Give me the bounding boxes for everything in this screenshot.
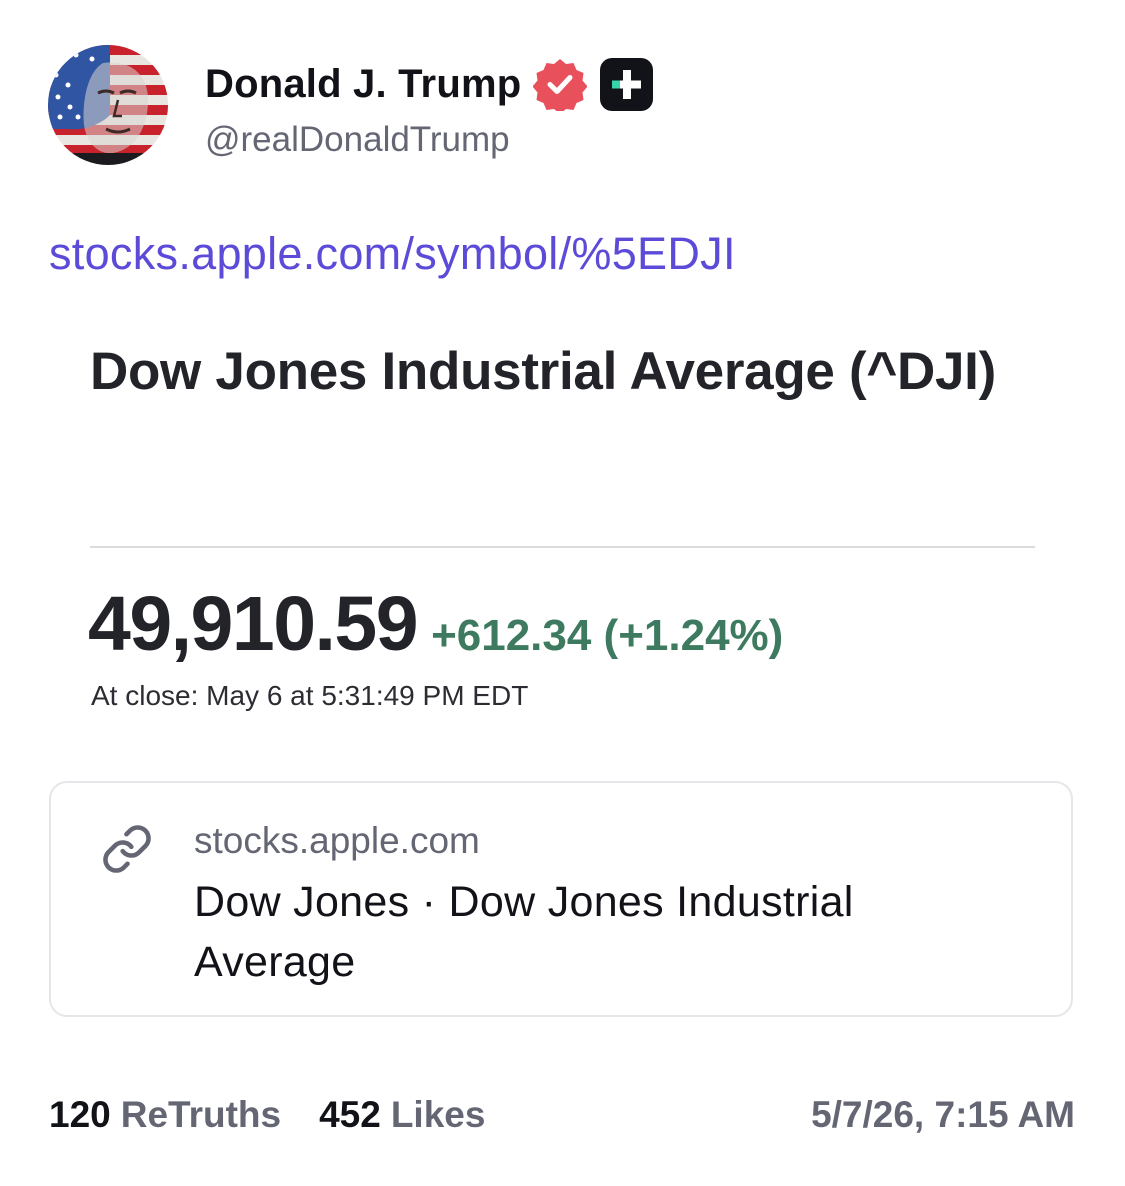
retruths-label: ReTruths [120,1094,282,1135]
link-icon [101,823,153,875]
author-display-name[interactable]: Donald J. Trump [205,62,521,107]
quote-title: Dow Jones Industrial Average (^DJI) [90,342,996,401]
retruths-count: 120 [49,1094,111,1135]
likes-label: Likes [390,1094,486,1135]
link-preview-card[interactable]: stocks.apple.com Dow Jones · Dow Jones I… [49,781,1073,1017]
link-card-title: Dow Jones · Dow Jones Industrial Average [194,878,854,986]
flag-portrait-avatar-icon [48,45,168,165]
likes-stat[interactable]: 452 Likes [319,1094,485,1136]
engagement-stats: 120 ReTruths 452 Likes [49,1094,485,1136]
quote-change: +612.34 (+1.24%) [431,611,784,660]
post-timestamp: 5/7/26, 7:15 AM [811,1094,1075,1135]
quote-price-row: 49,910.59 +612.34 (+1.24%) [88,580,783,669]
author-name-row: Donald J. Trump [205,57,654,114]
quote-close-time: At close: May 6 at 5:31:49 PM EDT [91,680,529,711]
author-handle[interactable]: @realDonaldTrump [205,120,510,160]
link-card-domain: stocks.apple.com [194,820,480,861]
quote-price: 49,910.59 [88,581,419,667]
post-link[interactable]: stocks.apple.com/symbol/%5EDJI [49,228,736,280]
likes-count: 452 [319,1094,381,1135]
plus-badge-icon [599,57,654,112]
verified-badge-icon [532,57,588,114]
retruths-stat[interactable]: 120 ReTruths [49,1094,281,1136]
avatar[interactable] [48,45,168,165]
quote-divider [90,546,1035,548]
